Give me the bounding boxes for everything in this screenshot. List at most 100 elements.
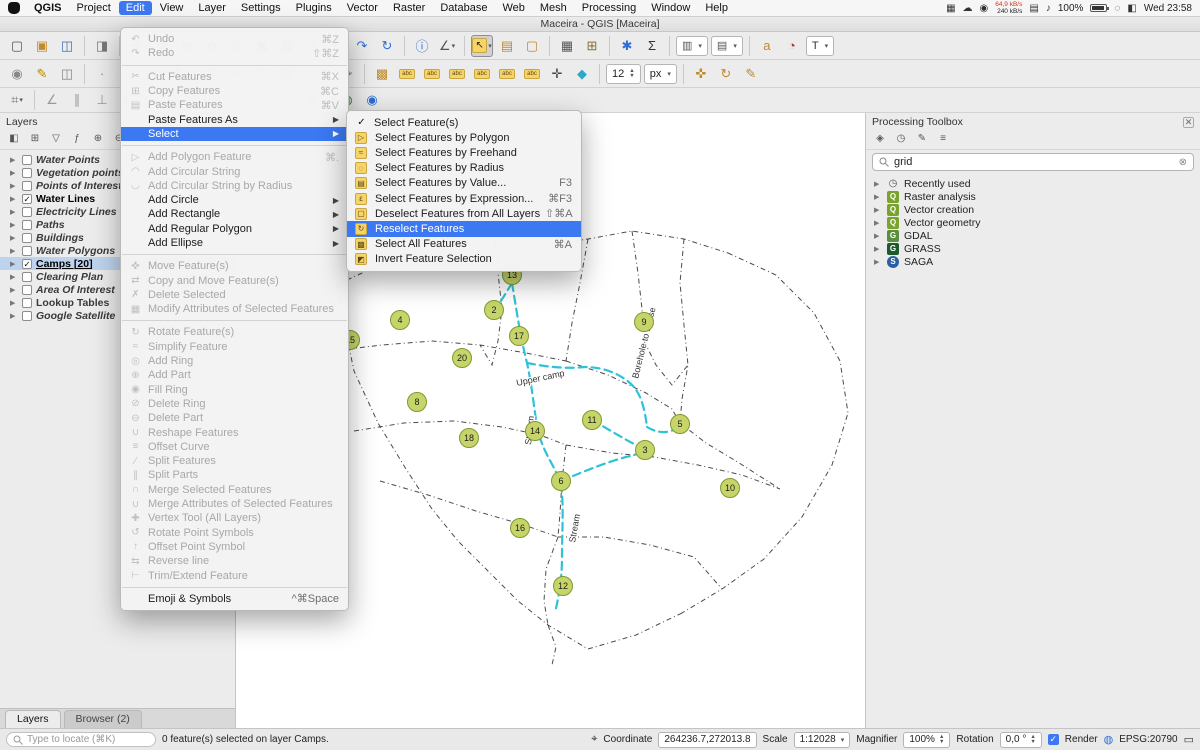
select-by-value-icon[interactable]: ▤ bbox=[496, 35, 518, 57]
coordinate-capture-icon[interactable]: ⌖ bbox=[591, 733, 597, 746]
expand-arrow-icon[interactable]: ▶ bbox=[10, 208, 18, 216]
menubar-item-web[interactable]: Web bbox=[495, 1, 531, 15]
expand-arrow-icon[interactable]: ▶ bbox=[874, 258, 882, 266]
select-submenu-item-select-feature-s-[interactable]: ✓Select Feature(s) bbox=[347, 115, 581, 130]
layer-visibility-checkbox[interactable] bbox=[22, 272, 32, 282]
font-unit-combo[interactable]: px▾ bbox=[644, 64, 677, 84]
layer-visibility-checkbox[interactable] bbox=[22, 181, 32, 191]
menubar-item-edit[interactable]: Edit bbox=[119, 1, 152, 15]
edit-menu-item-add-regular-polygon[interactable]: Add Regular Polygon▶ bbox=[121, 222, 348, 236]
camp-marker-10[interactable]: 10 bbox=[721, 479, 740, 498]
move-label-icon[interactable]: ✜ bbox=[690, 63, 712, 85]
select-submenu-item-select-features-by-polygon[interactable]: ▷Select Features by Polygon bbox=[347, 130, 581, 145]
expand-arrow-icon[interactable]: ▶ bbox=[10, 247, 18, 255]
select-submenu-item-select-features-by-radius[interactable]: ◌Select Features by Radius bbox=[347, 161, 581, 176]
map-theme-combo[interactable]: ▤▾ bbox=[711, 36, 743, 56]
filter-legend-icon[interactable]: ▽ bbox=[48, 131, 64, 146]
select-submenu-item-reselect-features[interactable]: ↻Reselect Features bbox=[347, 221, 581, 236]
edit-menu-item-add-polygon-feature[interactable]: ▷Add Polygon Feature⌘. bbox=[121, 150, 348, 164]
new-project-icon[interactable]: ▢ bbox=[6, 35, 28, 57]
options-icon[interactable]: ≡ bbox=[935, 131, 951, 146]
layer-visibility-checkbox[interactable] bbox=[22, 285, 32, 295]
menubar-item-vector[interactable]: Vector bbox=[340, 1, 385, 15]
expand-arrow-icon[interactable]: ▶ bbox=[10, 195, 18, 203]
expand-arrow-icon[interactable]: ▶ bbox=[874, 180, 882, 188]
save-layer-edits-icon[interactable]: ◫ bbox=[56, 63, 78, 85]
processing-group-grass[interactable]: ▶GGRASS bbox=[866, 242, 1200, 255]
expand-arrow-icon[interactable]: ▶ bbox=[10, 273, 18, 281]
save-project-icon[interactable]: ◫ bbox=[56, 35, 78, 57]
parallel-icon[interactable]: ∥ bbox=[66, 89, 88, 111]
layer-visibility-checkbox[interactable]: ✓ bbox=[22, 194, 32, 204]
edit-menu-item-delete-selected[interactable]: ✗Delete Selected bbox=[121, 288, 348, 302]
processing-panel-close-icon[interactable]: ✕ bbox=[1183, 117, 1194, 128]
edit-menu-item-merge-attributes-of-selected-features[interactable]: ∪Merge Attributes of Selected Features bbox=[121, 497, 348, 511]
edit-menu-item-add-circular-string[interactable]: ◠Add Circular String bbox=[121, 164, 348, 178]
toggle-editing-icon[interactable]: ✎ bbox=[31, 63, 53, 85]
record-icon[interactable]: ◉ bbox=[980, 3, 989, 14]
expand-arrow-icon[interactable]: ▶ bbox=[10, 221, 18, 229]
menubar-item-window[interactable]: Window bbox=[644, 1, 697, 15]
open-project-icon[interactable]: ▣ bbox=[31, 35, 53, 57]
edit-menu-item-offset-curve[interactable]: ≡Offset Curve bbox=[121, 440, 348, 454]
label-abc-3-icon[interactable]: abc bbox=[496, 63, 518, 85]
expand-arrow-icon[interactable]: ▶ bbox=[10, 169, 18, 177]
select-submenu-item-select-features-by-freehand[interactable]: ≈Select Features by Freehand bbox=[347, 145, 581, 160]
render-checkbox[interactable]: ✓ bbox=[1048, 734, 1059, 745]
menubar-item-view[interactable]: View bbox=[153, 1, 191, 15]
locate-input[interactable]: Type to locate (⌘K) bbox=[6, 732, 156, 747]
network-speed-indicator[interactable]: 64,9 kB/s 240 kB/s bbox=[995, 1, 1022, 15]
edit-menu-item-offset-point-symbol[interactable]: ↑Offset Point Symbol bbox=[121, 540, 348, 554]
camp-marker-20[interactable]: 20 bbox=[453, 349, 472, 368]
camp-marker-6[interactable]: 6 bbox=[552, 472, 571, 491]
layer-visibility-checkbox[interactable] bbox=[22, 155, 32, 165]
layer-visibility-checkbox[interactable] bbox=[22, 233, 32, 243]
camp-marker-12[interactable]: 12 bbox=[554, 577, 573, 596]
edit-menu-item-add-ellipse[interactable]: Add Ellipse▶ bbox=[121, 236, 348, 250]
edit-menu-item-add-ring[interactable]: ◎Add Ring bbox=[121, 354, 348, 368]
edit-menu-item-undo[interactable]: ↶Undo⌘Z bbox=[121, 32, 348, 46]
magnifier-spinner[interactable]: 100% ▲▼ bbox=[903, 732, 950, 748]
menubar-clock[interactable]: Wed 23:58 bbox=[1144, 3, 1192, 14]
expand-all-icon[interactable]: ⊕ bbox=[90, 131, 106, 146]
annotation-combo[interactable]: ▥▾ bbox=[676, 36, 708, 56]
layer-visibility-checkbox[interactable]: ✓ bbox=[22, 259, 32, 269]
apple-menu-icon[interactable] bbox=[8, 2, 20, 14]
edit-menu-item-copy-and-move-feature-s-[interactable]: ⇄Copy and Move Feature(s) bbox=[121, 273, 348, 287]
current-edits-icon[interactable]: ◉ bbox=[6, 63, 28, 85]
label-abc-pin-icon[interactable]: abc bbox=[396, 63, 418, 85]
select-submenu-item-invert-feature-selection[interactable]: ◩Invert Feature Selection bbox=[347, 252, 581, 267]
open-layer-styling-icon[interactable]: ◧ bbox=[6, 131, 22, 146]
edit-menu-item-fill-ring[interactable]: ◉Fill Ring bbox=[121, 383, 348, 397]
edit-menu-item-paste-features-as[interactable]: Paste Features As▶ bbox=[121, 112, 348, 126]
label-abc-show-icon[interactable]: abc bbox=[421, 63, 443, 85]
rotate-label-icon[interactable]: ↻ bbox=[715, 63, 737, 85]
layer-visibility-checkbox[interactable] bbox=[22, 168, 32, 178]
expand-arrow-icon[interactable]: ▶ bbox=[874, 206, 882, 214]
edit-menu-item-copy-features[interactable]: ⊞Copy Features⌘C bbox=[121, 84, 348, 98]
dock-tab-browser-2-[interactable]: Browser (2) bbox=[64, 710, 142, 728]
model-designer-icon[interactable]: ◈ bbox=[872, 131, 888, 146]
spinner-arrows-icon[interactable]: ▲▼ bbox=[1030, 735, 1035, 745]
camp-marker-14[interactable]: 14 bbox=[526, 422, 545, 441]
edit-menu-item-add-rectangle[interactable]: Add Rectangle▶ bbox=[121, 207, 348, 221]
add-group-icon[interactable]: ⊞ bbox=[27, 131, 43, 146]
layer-visibility-checkbox[interactable] bbox=[22, 246, 32, 256]
select-submenu-item-select-features-by-value-[interactable]: ▤Select Features by Value...F3 bbox=[347, 176, 581, 191]
processing-group-vector-creation[interactable]: ▶QVector creation bbox=[866, 203, 1200, 216]
edit-menu-item-merge-selected-features[interactable]: ∩Merge Selected Features bbox=[121, 483, 348, 497]
digitize-point-icon[interactable]: ∙ bbox=[91, 63, 113, 85]
expand-arrow-icon[interactable]: ▶ bbox=[874, 219, 882, 227]
expand-arrow-icon[interactable]: ▶ bbox=[10, 234, 18, 242]
edit-menu-item-delete-part[interactable]: ⊖Delete Part bbox=[121, 411, 348, 425]
menubar-item-qgis[interactable]: QGIS bbox=[27, 1, 69, 15]
expand-arrow-icon[interactable]: ▶ bbox=[10, 260, 18, 268]
keyboard-icon[interactable]: ▤ bbox=[1029, 3, 1038, 14]
processing-group-gdal[interactable]: ▶GGDAL bbox=[866, 229, 1200, 242]
style-manager-icon[interactable]: ◨ bbox=[91, 35, 113, 57]
edit-menu-item-add-circular-string-by-radius[interactable]: ◡Add Circular String by Radius bbox=[121, 179, 348, 193]
camp-marker-11[interactable]: 11 bbox=[583, 411, 602, 430]
processing-group-raster-analysis[interactable]: ▶QRaster analysis bbox=[866, 190, 1200, 203]
measure-icon[interactable]: ∠▾ bbox=[436, 35, 458, 57]
edit-menu-item-vertex-tool-all-layers-[interactable]: ✚Vertex Tool (All Layers) bbox=[121, 511, 348, 525]
